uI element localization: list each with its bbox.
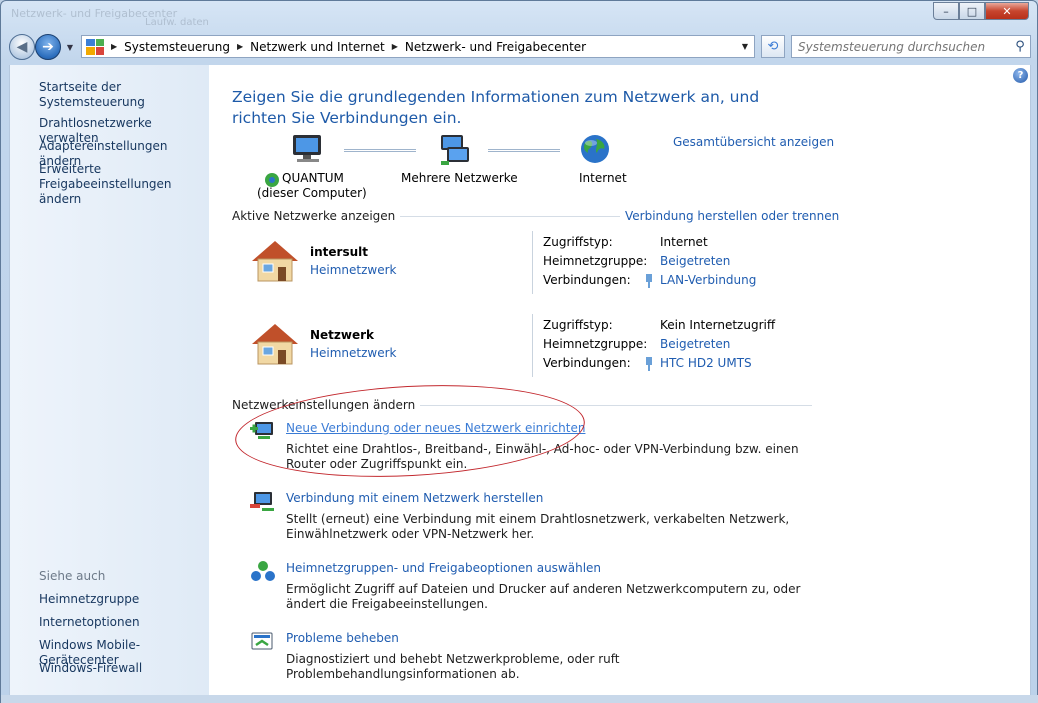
divider	[532, 314, 533, 377]
maximize-button[interactable]: □	[959, 2, 985, 20]
network-settings-heading: Netzwerkeinstellungen ändern	[232, 398, 421, 412]
troubleshoot-icon	[251, 632, 273, 650]
new-connection-icon	[250, 422, 273, 439]
crumb-netzwerk-und-internet[interactable]: Netzwerk und Internet	[250, 40, 385, 54]
homegroup-sharing-icon	[251, 561, 275, 581]
new-connection-description: Richtet eine Drahtlos-, Breitband-, Einw…	[286, 442, 799, 471]
advanced-sharing-link-line1[interactable]: Erweiterte	[39, 162, 101, 177]
crumb-separator-icon[interactable]: ▶	[237, 42, 243, 51]
crumb-separator-icon[interactable]: ▶	[392, 42, 398, 51]
network-name: Netzwerk	[310, 328, 375, 342]
close-button[interactable]: ✕	[985, 2, 1029, 20]
topology-line	[488, 149, 560, 152]
homegroup-sharing-link[interactable]: Heimnetzgruppen- und Freigabeoptionen au…	[286, 561, 601, 575]
breadcrumb: ▶ Systemsteuerung ▶ Netzwerk und Interne…	[104, 40, 586, 54]
connect-network-icon	[250, 492, 274, 511]
connections-label: Verbindungen:	[543, 273, 631, 287]
connection-link[interactable]: HTC HD2 UMTS	[660, 356, 752, 370]
topology-line	[344, 149, 416, 152]
search-box: ⚲	[791, 35, 1031, 58]
access-type-value: Internet	[660, 235, 708, 249]
home-link[interactable]: Startseite der Systemsteuerung	[39, 80, 209, 110]
active-networks-heading: Aktive Netzwerke anzeigen	[232, 209, 401, 223]
caption-buttons: – □ ✕	[933, 2, 1029, 20]
windows-firewall-link[interactable]: Windows-Firewall	[39, 661, 142, 676]
address-bar[interactable]: ▶ Systemsteuerung ▶ Netzwerk und Interne…	[81, 35, 755, 58]
navigation-bar: ◀ ➔ ▼ ▶ Systemsteuerung ▶ Netzwerk und I…	[9, 34, 1031, 60]
advanced-sharing-link-line2[interactable]: Freigabeeinstellungen ändern	[39, 177, 209, 207]
connect-to-network-description: Stellt (erneut) eine Verbindung mit eine…	[286, 512, 790, 541]
connection-link[interactable]: LAN-Verbindung	[660, 273, 756, 287]
search-icon[interactable]: ⚲	[1010, 39, 1030, 54]
crumb-freigabecenter[interactable]: Netzwerk- und Freigabecenter	[405, 40, 586, 54]
home-network-icon	[252, 241, 298, 282]
back-button[interactable]: ◀	[9, 34, 35, 60]
mobile-broadband-icon	[646, 357, 652, 371]
access-type-value: Kein Internetzugriff	[660, 318, 776, 332]
multiple-networks-label: Mehrere Netzwerke	[401, 171, 518, 185]
left-pane: Startseite der Systemsteuerung Drahtlosn…	[9, 65, 209, 695]
connections-label: Verbindungen:	[543, 356, 631, 370]
network-type-link[interactable]: Heimnetzwerk	[310, 346, 397, 360]
globe-icon[interactable]	[579, 133, 611, 165]
computer-name: QUANTUM	[282, 171, 344, 185]
refresh-button[interactable]: ⟲	[761, 35, 785, 58]
internet-label: Internet	[579, 171, 627, 185]
window-bottom-frame	[1, 695, 1038, 703]
full-map-link[interactable]: Gesamtübersicht anzeigen	[673, 135, 834, 149]
computer-subtitle: (dieser Computer)	[257, 186, 367, 200]
access-type-label: Zugriffstyp:	[543, 235, 613, 249]
window: Netzwerk- und Freigabecenter Laufw. date…	[0, 0, 1038, 703]
network-type-link[interactable]: Heimnetzwerk	[310, 263, 397, 277]
page-title: Zeigen Sie die grundlegenden Information…	[232, 88, 760, 127]
see-also-heading: Siehe auch	[39, 569, 106, 583]
search-input[interactable]	[792, 39, 1010, 54]
homegroup-link[interactable]: Heimnetzgruppe	[39, 592, 139, 607]
computer-icon[interactable]	[291, 133, 327, 165]
ethernet-icon	[646, 274, 652, 288]
multiple-networks-icon[interactable]	[437, 133, 473, 167]
recent-pages-dropdown[interactable]: ▼	[63, 43, 77, 52]
access-type-label: Zugriffstyp:	[543, 318, 613, 332]
new-connection-link[interactable]: Neue Verbindung oder neues Netzwerk einr…	[286, 421, 585, 435]
divider	[532, 231, 533, 294]
network-name: intersult	[310, 245, 368, 259]
troubleshoot-description: Diagnostiziert und behebt Netzwerkproble…	[286, 652, 620, 681]
forward-button[interactable]: ➔	[35, 34, 61, 60]
ghost-subtitle: Laufw. daten	[145, 17, 209, 28]
main-pane: ? Zeigen Sie die grundlegenden Informati…	[209, 65, 1031, 695]
homegroup-sharing-description: Ermöglicht Zugriff auf Dateien und Druck…	[286, 582, 801, 611]
homegroup-label: Heimnetzgruppe:	[543, 337, 648, 351]
crumb-separator-icon[interactable]: ▶	[111, 42, 117, 51]
crumb-systemsteuerung[interactable]: Systemsteuerung	[124, 40, 230, 54]
connect-disconnect-link[interactable]: Verbindung herstellen oder trennen	[620, 209, 840, 223]
homegroup-link[interactable]: Beigetreten	[660, 337, 730, 351]
home-network-icon	[252, 324, 298, 365]
control-panel-icon	[86, 38, 104, 55]
troubleshoot-link[interactable]: Probleme beheben	[286, 631, 399, 645]
help-icon[interactable]: ?	[1013, 68, 1028, 83]
minimize-button[interactable]: –	[933, 2, 959, 20]
connect-to-network-link[interactable]: Verbindung mit einem Netzwerk herstellen	[286, 491, 543, 505]
address-dropdown-icon[interactable]: ▼	[736, 42, 754, 51]
homegroup-label: Heimnetzgruppe:	[543, 254, 648, 268]
homegroup-link[interactable]: Beigetreten	[660, 254, 730, 268]
internet-options-link[interactable]: Internetoptionen	[39, 615, 140, 630]
